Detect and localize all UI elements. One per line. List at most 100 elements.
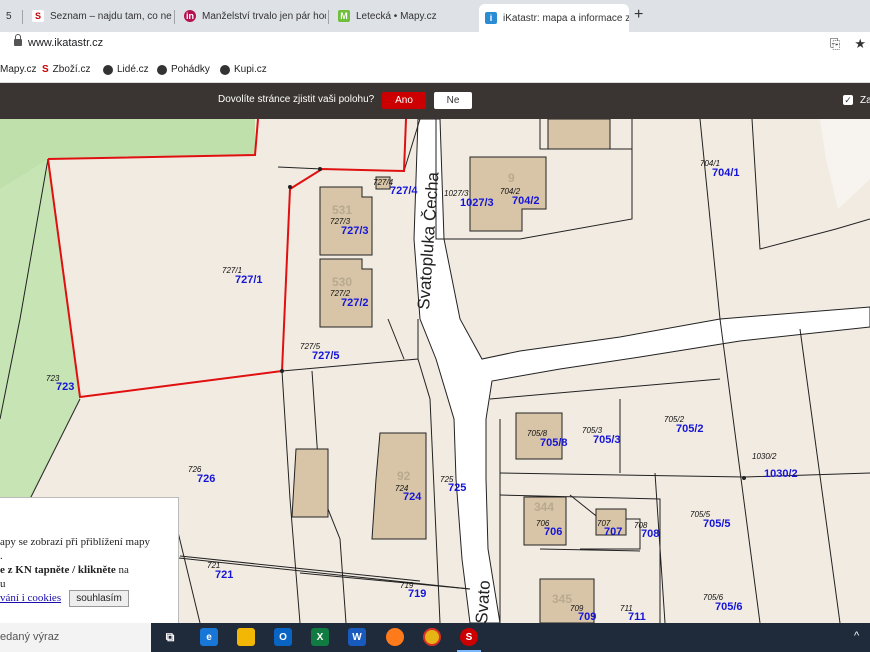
globe-icon bbox=[103, 64, 113, 75]
chrome-icon[interactable] bbox=[423, 628, 441, 646]
outlook-icon[interactable]: O bbox=[274, 628, 292, 646]
parcel-number-label[interactable]: 724 bbox=[403, 491, 421, 503]
parcel-small-label: 1030/2 bbox=[752, 452, 777, 461]
lock-icon[interactable] bbox=[14, 34, 22, 46]
bookmark-zbozi[interactable]: S Zboží.cz bbox=[42, 64, 90, 75]
tab-label: Letecká • Mapy.cz bbox=[356, 10, 437, 22]
task-view-icon[interactable]: ⧉ bbox=[161, 628, 179, 646]
parcel-number-label[interactable]: 727/4 bbox=[390, 185, 418, 197]
building-number: 92 bbox=[397, 469, 411, 483]
tab-ikatastr[interactable]: i iKatastr: mapa a informace z KN bbox=[479, 4, 629, 32]
tab-partial[interactable]: 5 bbox=[0, 4, 22, 28]
green-area-left bbox=[0, 159, 80, 499]
tab-label: Manželství trvalo jen pár hodin. Ž bbox=[202, 10, 326, 22]
building-number: 9 bbox=[508, 171, 515, 185]
tab-separator bbox=[22, 10, 23, 24]
geolocation-bar: Dovolíte stránce zjistit vaši polohu? An… bbox=[0, 83, 870, 119]
parcel-number-label[interactable]: 706 bbox=[544, 526, 562, 538]
parcel-number-label[interactable]: 726 bbox=[197, 473, 215, 485]
bookmark-label: Mapy.cz bbox=[0, 64, 37, 75]
bookmark-mapy[interactable]: Mapy.cz bbox=[0, 64, 37, 75]
parcel-number-label[interactable]: 709 bbox=[578, 611, 596, 623]
share-icon[interactable]: ⎘ bbox=[830, 36, 840, 52]
building-number: 530 bbox=[332, 275, 353, 289]
parcel-number-label[interactable]: 707 bbox=[604, 526, 622, 538]
tab-label: Seznam – najdu tam, co neznám bbox=[50, 10, 172, 22]
bookmarks-bar: Mapy.cz S Zboží.cz Lidé.cz Pohádky Kupi.… bbox=[0, 58, 870, 83]
deny-location-button[interactable]: Ne bbox=[434, 92, 472, 109]
bookmark-label: Zboží.cz bbox=[52, 64, 91, 75]
news-favicon-icon: in bbox=[184, 10, 196, 22]
parcel-number-label[interactable]: 721 bbox=[215, 569, 233, 581]
parcel-number-label[interactable]: 727/3 bbox=[341, 225, 369, 237]
parcel-number-label[interactable]: 1027/3 bbox=[460, 197, 494, 209]
cookie-text: na bbox=[115, 564, 129, 576]
tab-mapy[interactable]: M Letecká • Mapy.cz bbox=[332, 4, 476, 28]
address-actions: ⎘ ★ bbox=[830, 36, 866, 52]
address-bar: www.ikatastr.cz ⎘ ★ bbox=[0, 32, 870, 58]
taskbar: edaný výraz ⧉ e O X W S ^ bbox=[0, 623, 870, 652]
remember-label: Za bbox=[860, 95, 870, 106]
file-explorer-icon[interactable] bbox=[237, 628, 255, 646]
bookmark-label: Lidé.cz bbox=[117, 64, 149, 75]
globe-icon bbox=[220, 64, 230, 75]
excel-icon[interactable]: X bbox=[311, 628, 329, 646]
cookie-policy-link[interactable]: vání i cookies bbox=[0, 592, 61, 604]
parcel-number-label[interactable]: 727/1 bbox=[235, 274, 263, 286]
allow-location-button[interactable]: Ano bbox=[382, 92, 426, 109]
parcel-number-label[interactable]: 727/2 bbox=[341, 297, 369, 309]
new-tab-button[interactable]: + bbox=[634, 6, 643, 24]
bookmark-label: Kupi.cz bbox=[234, 64, 267, 75]
bookmark-pohadky[interactable]: Pohádky bbox=[157, 64, 210, 75]
bookmark-lide[interactable]: Lidé.cz bbox=[103, 64, 149, 75]
seznam-icon: S bbox=[42, 64, 49, 75]
tab-label: 5 bbox=[6, 10, 12, 22]
street-name-svato: Svato bbox=[472, 579, 494, 623]
cookie-text-line: e z KN tapněte / klikněte na bbox=[0, 564, 129, 576]
tab-separator bbox=[174, 10, 175, 24]
parcel-number-label[interactable]: 705/6 bbox=[715, 601, 743, 613]
tab-label: iKatastr: mapa a informace z KN bbox=[503, 12, 629, 24]
parcel-number-label[interactable]: 705/5 bbox=[703, 518, 731, 530]
bookmark-label: Pohádky bbox=[171, 64, 210, 75]
parcel-number-label[interactable]: 704/1 bbox=[712, 167, 740, 179]
bookmark-star-icon[interactable]: ★ bbox=[854, 36, 866, 52]
building-number: 531 bbox=[332, 203, 353, 217]
taskbar-search[interactable]: edaný výraz bbox=[0, 623, 151, 652]
parcel-number-label[interactable]: 708 bbox=[641, 528, 659, 540]
seznam-favicon-icon: S bbox=[32, 10, 44, 22]
word-icon[interactable]: W bbox=[348, 628, 366, 646]
cookie-text-line: u bbox=[0, 578, 6, 590]
edge-icon[interactable]: e bbox=[200, 628, 218, 646]
tab-separator bbox=[328, 10, 329, 24]
parcel-number-label[interactable]: 725 bbox=[448, 482, 466, 494]
tab-manzelstvi[interactable]: in Manželství trvalo jen pár hodin. Ž bbox=[178, 4, 326, 28]
parcel-number-label[interactable]: 719 bbox=[408, 588, 426, 600]
parcel-number-label[interactable]: 711 bbox=[628, 611, 646, 623]
parcel-number-label[interactable]: 727/5 bbox=[312, 350, 340, 362]
seznam-browser-icon[interactable]: S bbox=[460, 628, 478, 646]
tray-chevron-icon[interactable]: ^ bbox=[854, 630, 859, 642]
cookie-text-line: . bbox=[0, 550, 3, 562]
browser-tab-bar: 5 S Seznam – najdu tam, co neznám in Man… bbox=[0, 0, 870, 32]
cookie-agree-button[interactable]: souhlasím bbox=[69, 590, 129, 607]
parcel-number-label[interactable]: 705/3 bbox=[593, 434, 621, 446]
parcel-number-label[interactable]: 704/2 bbox=[512, 195, 540, 207]
cookie-bold-text: e z KN tapněte / klikněte bbox=[0, 564, 116, 576]
url-field[interactable]: www.ikatastr.cz bbox=[28, 37, 103, 49]
cookie-popup: apy se zobrazí při přiblížení mapy . e z… bbox=[0, 497, 179, 625]
parcel-number-label[interactable]: 705/2 bbox=[676, 423, 704, 435]
building-number: 344 bbox=[534, 500, 555, 514]
parcel-number-label[interactable]: 1030/2 bbox=[764, 468, 798, 480]
mapy-favicon-icon: M bbox=[338, 10, 350, 22]
remember-checkbox[interactable]: ✓ bbox=[843, 95, 853, 105]
cookie-text-line: apy se zobrazí při přiblížení mapy bbox=[0, 536, 150, 548]
search-placeholder: edaný výraz bbox=[0, 631, 60, 643]
globe-icon bbox=[157, 64, 167, 75]
parcel-number-label[interactable]: 723 bbox=[56, 381, 74, 393]
ikatastr-favicon-icon: i bbox=[485, 12, 497, 24]
firefox-icon[interactable] bbox=[386, 628, 404, 646]
bookmark-kupi[interactable]: Kupi.cz bbox=[220, 64, 267, 75]
tab-seznam[interactable]: S Seznam – najdu tam, co neznám bbox=[26, 4, 172, 28]
parcel-number-label[interactable]: 705/8 bbox=[540, 437, 568, 449]
